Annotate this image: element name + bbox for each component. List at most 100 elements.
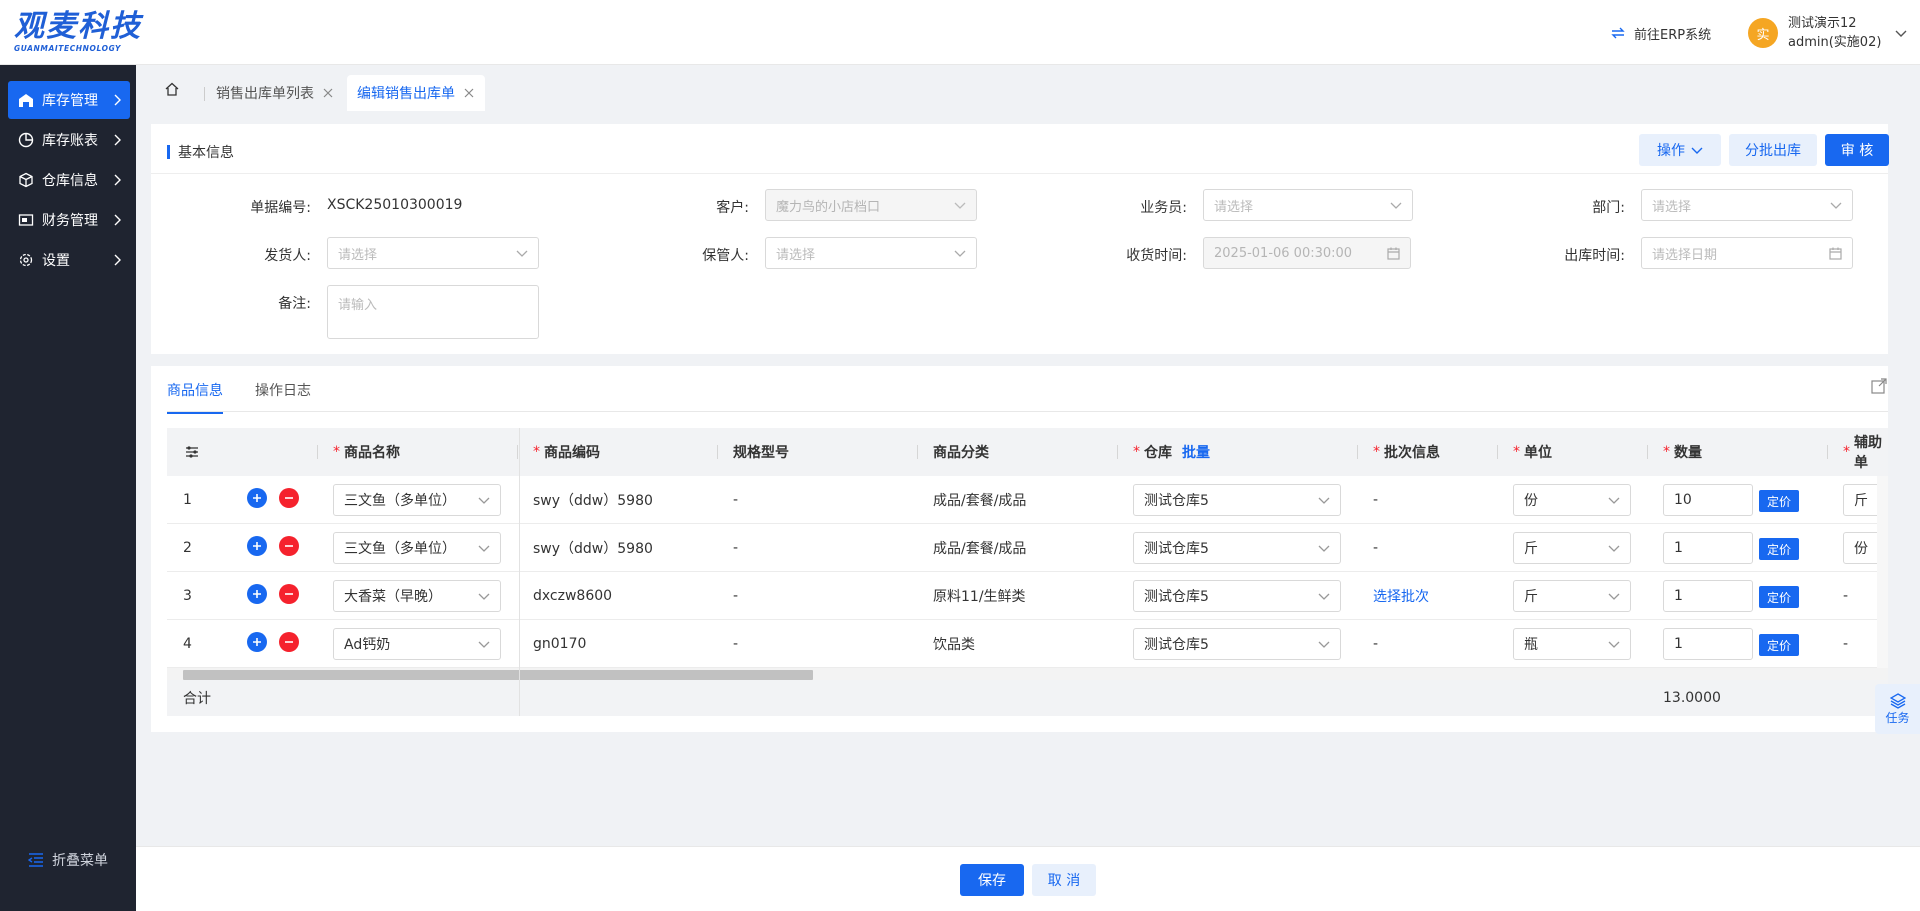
set-price-button[interactable]: 定价	[1759, 586, 1799, 608]
chevron-down-icon	[1895, 30, 1907, 37]
tab-sales-out-list[interactable]: 销售出库单列表	[206, 75, 344, 111]
add-row-button[interactable]	[247, 584, 267, 604]
layers-icon	[1889, 692, 1906, 709]
remove-row-button[interactable]	[279, 584, 299, 604]
vertical-scrollbar[interactable]	[1877, 476, 1888, 668]
column-divider	[317, 445, 318, 459]
user-name: 测试演示12	[1788, 16, 1857, 31]
horizontal-scrollbar[interactable]	[167, 668, 1888, 680]
scrollbar-thumb[interactable]	[183, 670, 813, 680]
expand-icon[interactable]	[1871, 378, 1887, 394]
salesman-select[interactable]: 请选择	[1203, 189, 1413, 221]
out-time-picker[interactable]: 请选择日期	[1641, 237, 1853, 269]
sidebar-item-warehouse-info[interactable]: 仓库信息	[8, 161, 130, 199]
product-name-select[interactable]: 大香菜（早晚）	[333, 580, 501, 612]
shipper-select[interactable]: 请选择	[327, 237, 539, 269]
quantity-input[interactable]: 1	[1663, 628, 1753, 660]
home-icon	[165, 82, 179, 96]
product-card: 商品信息 操作日志 * 商品名称 * 商品编码 规格型号 商品分类 * 仓库 批量 * 批…	[151, 366, 1888, 732]
product-code: dxczw8600	[533, 588, 613, 604]
keeper-select[interactable]: 请选择	[765, 237, 977, 269]
cancel-button[interactable]: 取 消	[1032, 864, 1096, 896]
sidebar-item-inventory[interactable]: 库存管理	[8, 81, 130, 119]
audit-button[interactable]: 审 核	[1825, 134, 1889, 166]
warehouse-select[interactable]: 测试仓库5	[1133, 580, 1341, 612]
product-spec: -	[733, 540, 739, 556]
table-row: 2 三文鱼（多单位） swy（ddw）5980 - 成品/套餐/成品 测试仓库5 - 斤 1 定价…	[167, 524, 1888, 572]
quantity-input[interactable]: 10	[1663, 484, 1753, 516]
column-settings-icon[interactable]	[185, 428, 199, 476]
add-row-button[interactable]	[247, 536, 267, 556]
tab-edit-sales-out[interactable]: 编辑销售出库单	[347, 75, 485, 111]
doc-no-value: XSCK25010300019	[327, 197, 463, 213]
close-icon[interactable]	[463, 87, 475, 99]
unit-select[interactable]: 瓶	[1513, 628, 1631, 660]
remove-row-button[interactable]	[279, 632, 299, 652]
warehouse-select[interactable]: 测试仓库5	[1133, 532, 1341, 564]
remark-textarea[interactable]: 请输入	[327, 285, 539, 339]
quantity-input[interactable]: 1	[1663, 532, 1753, 564]
remove-row-button[interactable]	[279, 488, 299, 508]
customer-select[interactable]: 魔力鸟的小店档口	[765, 189, 977, 221]
remove-row-button[interactable]	[279, 536, 299, 556]
unit-select[interactable]: 份	[1513, 484, 1631, 516]
collapse-menu-button[interactable]: 折叠菜单	[28, 850, 108, 870]
product-name-select[interactable]: 三文鱼（多单位）	[333, 532, 501, 564]
warehouse-value: 测试仓库5	[1144, 541, 1209, 557]
set-price-button[interactable]: 定价	[1759, 538, 1799, 560]
receive-time-picker[interactable]: 2025-01-06 00:30:00	[1203, 237, 1411, 269]
add-row-button[interactable]	[247, 488, 267, 508]
sidebar-item-finance[interactable]: 财务管理	[8, 201, 130, 239]
close-icon[interactable]	[322, 87, 334, 99]
unit-select[interactable]: 斤	[1513, 580, 1631, 612]
product-category: 原料11/生鲜类	[933, 589, 1026, 605]
doc-no-label: 单据编号:	[250, 200, 311, 216]
batch-info: -	[1373, 492, 1379, 508]
warehouse-value: 测试仓库5	[1144, 589, 1209, 605]
task-float-button[interactable]: 任务	[1875, 684, 1920, 734]
column-divider	[1117, 445, 1118, 459]
save-button[interactable]: 保存	[960, 864, 1024, 896]
batch-out-button[interactable]: 分批出库	[1729, 134, 1817, 166]
chevron-down-icon	[1830, 202, 1842, 209]
sidebar-item-settings[interactable]: 设置	[8, 241, 130, 279]
add-row-button[interactable]	[247, 632, 267, 652]
user-account: admin(实施02)	[1788, 35, 1882, 50]
chevron-right-icon	[114, 174, 121, 186]
sidebar-item-stock-report[interactable]: 库存账表	[8, 121, 130, 159]
page-tabs: 销售出库单列表 编辑销售出库单	[136, 65, 1920, 111]
dept-select[interactable]: 请选择	[1641, 189, 1853, 221]
unit-value: 斤	[1524, 589, 1538, 605]
operation-dropdown-button[interactable]: 操作	[1639, 134, 1721, 166]
set-price-button[interactable]: 定价	[1759, 490, 1799, 512]
batch-info: -	[1373, 636, 1379, 652]
erp-link[interactable]: 前往ERP系统	[1610, 22, 1711, 44]
column-divider	[1647, 445, 1648, 459]
out-time-placeholder: 请选择日期	[1652, 247, 1718, 263]
col-qty: * 数量	[1663, 444, 1702, 461]
table-footer-total: 合计 13.0000	[167, 680, 1888, 716]
unit-select[interactable]: 斤	[1513, 532, 1631, 564]
col-aux-unit: * 辅助单	[1843, 435, 1882, 471]
user-menu[interactable]: 实 测试演示12 admin(实施02)	[1748, 12, 1907, 54]
set-price-button[interactable]: 定价	[1759, 634, 1799, 656]
warehouse-select[interactable]: 测试仓库5	[1133, 484, 1341, 516]
customer-label: 客户:	[716, 200, 749, 216]
batch-set-warehouse-link[interactable]: 批量	[1182, 442, 1210, 462]
sidebar: 库存管理 库存账表 仓库信息 财务管理 设置 折叠菜单	[0, 65, 136, 911]
select-batch-link[interactable]: 选择批次	[1373, 572, 1429, 620]
warehouse-select[interactable]: 测试仓库5	[1133, 628, 1341, 660]
row-number: 2	[183, 540, 192, 556]
product-name-select[interactable]: 三文鱼（多单位）	[333, 484, 501, 516]
sidebar-item-label: 财务管理	[42, 213, 98, 229]
quantity-input[interactable]: 1	[1663, 580, 1753, 612]
product-category: 成品/套餐/成品	[933, 493, 1027, 509]
tab-product-info[interactable]: 商品信息	[167, 380, 223, 414]
chevron-down-icon	[1318, 641, 1330, 648]
tab-operation-log[interactable]: 操作日志	[255, 380, 311, 412]
brand-logo[interactable]: 观麦科技 GUANMAITECHNOLOGY	[14, 10, 144, 56]
product-name-select[interactable]: Ad钙奶	[333, 628, 501, 660]
row-number: 4	[183, 636, 192, 652]
home-tab[interactable]	[164, 81, 180, 101]
col-batch-info: * 批次信息	[1373, 444, 1440, 461]
